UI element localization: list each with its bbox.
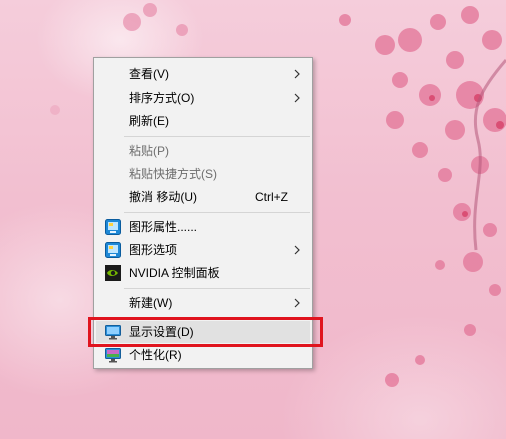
menu-separator [124, 288, 310, 289]
menu-item-view[interactable]: 查看(V) [96, 63, 310, 85]
menu-item-label: 粘贴(P) [129, 144, 169, 158]
menu-item-undo-move[interactable]: 撤消 移动(U) Ctrl+Z [96, 186, 310, 208]
menu-item-personalize[interactable]: 个性化(R) [96, 344, 310, 366]
menu-item-label: 图形选项 [129, 243, 178, 257]
menu-item-label: 图形属性...... [129, 220, 198, 234]
personalize-monitor-icon [105, 348, 121, 363]
menu-item-shortcut: Ctrl+Z [255, 190, 288, 204]
menu-item-refresh[interactable]: 刷新(E) [96, 110, 310, 132]
menu-item-paste[interactable]: 粘贴(P) [96, 140, 310, 162]
annotation-highlight-box [88, 317, 323, 347]
menu-separator [124, 212, 310, 213]
chevron-right-icon [294, 298, 300, 308]
menu-item-label: 新建(W) [129, 296, 173, 310]
chevron-right-icon [294, 93, 300, 103]
menu-item-nvidia-control-panel[interactable]: NVIDIA 控制面板 [96, 262, 310, 284]
chevron-right-icon [294, 69, 300, 79]
intel-graphics-icon [105, 219, 121, 235]
chevron-right-icon [294, 245, 300, 255]
menu-item-graphics-properties[interactable]: 图形属性...... [96, 216, 310, 238]
menu-item-sort-by[interactable]: 排序方式(O) [96, 87, 310, 109]
menu-item-label: 撤消 移动(U) [129, 190, 197, 204]
menu-item-label: 个性化(R) [129, 348, 182, 362]
menu-item-paste-shortcut[interactable]: 粘贴快捷方式(S) [96, 163, 310, 185]
menu-item-label: 粘贴快捷方式(S) [129, 167, 217, 181]
intel-graphics-icon [105, 242, 121, 258]
menu-item-label: 查看(V) [129, 67, 169, 81]
menu-item-label: 排序方式(O) [129, 91, 195, 105]
menu-item-label: 刷新(E) [129, 114, 169, 128]
nvidia-icon [105, 265, 121, 281]
menu-item-new[interactable]: 新建(W) [96, 292, 310, 314]
menu-item-label: NVIDIA 控制面板 [129, 266, 220, 280]
menu-item-graphics-options[interactable]: 图形选项 [96, 239, 310, 261]
menu-separator [124, 136, 310, 137]
